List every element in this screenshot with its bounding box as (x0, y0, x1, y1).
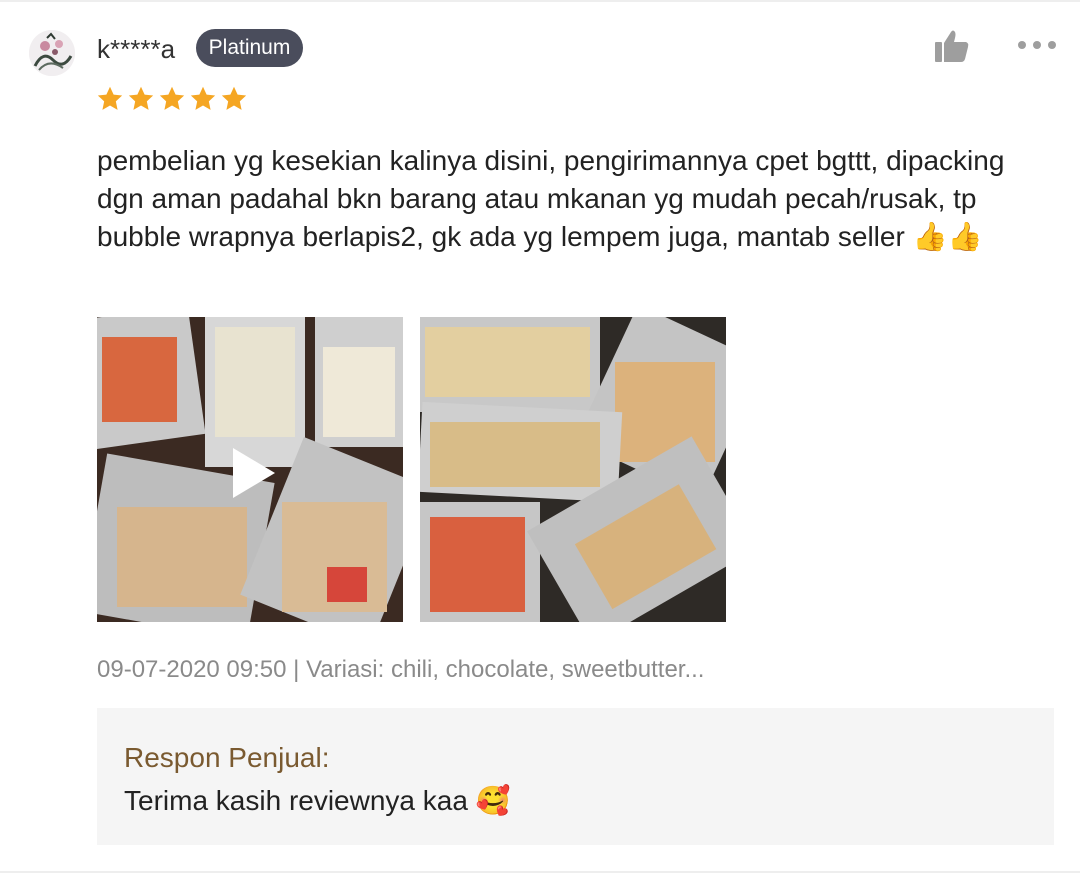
review-photo-thumbnail[interactable] (420, 317, 726, 622)
avatar[interactable] (29, 30, 75, 76)
star-icon (221, 86, 247, 110)
review-text: pembelian yg kesekian kalinya disini, pe… (97, 145, 1005, 252)
review-date-variation: 09-07-2020 09:50 | Variasi: chili, choco… (97, 656, 705, 683)
play-icon[interactable] (229, 445, 279, 501)
seller-response-text: Terima kasih reviewnya kaa 🥰 (124, 785, 511, 816)
top-divider (0, 0, 1080, 2)
star-icon (159, 86, 185, 110)
star-icon (97, 86, 123, 110)
reviewer-username: k*****a (97, 34, 176, 64)
avatar-image (29, 30, 75, 76)
bottom-divider (0, 871, 1080, 873)
star-icon (190, 86, 216, 110)
rating-stars (96, 85, 248, 115)
star-icon (128, 86, 154, 110)
photo-thumbnail-image (420, 317, 726, 622)
seller-response: Respon Penjual: Terima kasih reviewnya k… (97, 708, 1054, 845)
seller-response-title: Respon Penjual: (124, 742, 330, 773)
review-video-thumbnail[interactable] (97, 317, 403, 622)
more-options-icon[interactable] (1017, 38, 1057, 52)
thumbs-up-icon[interactable] (934, 29, 970, 63)
membership-badge: Platinum (196, 29, 303, 67)
